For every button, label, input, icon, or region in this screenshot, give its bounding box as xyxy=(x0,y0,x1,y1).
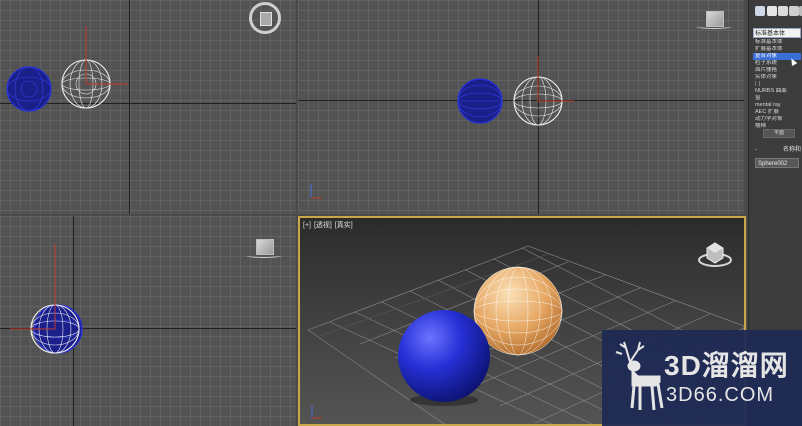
watermark-title: 3D溜溜网 xyxy=(664,350,789,381)
lights-icon[interactable] xyxy=(778,6,788,16)
top-scene xyxy=(6,26,128,112)
collapse-toggle[interactable]: - xyxy=(755,146,757,154)
create-geometry-icon[interactable] xyxy=(755,6,765,16)
shapes-icon[interactable] xyxy=(767,6,777,16)
viewcube-ring xyxy=(696,24,732,29)
category-list-item[interactable]: 扩展基本体 xyxy=(753,46,801,53)
category-list-item[interactable]: mental ray xyxy=(753,102,801,109)
name-section-header[interactable]: - 名称和 xyxy=(753,146,801,154)
front-scene xyxy=(310,56,574,199)
deer-logo-icon xyxy=(615,341,664,411)
blue-sphere-wire[interactable] xyxy=(457,78,503,124)
blue-sphere[interactable] xyxy=(398,310,490,402)
category-list-item[interactable]: 标准基本体 xyxy=(753,39,801,46)
viewcube-top-icon[interactable] xyxy=(249,2,281,34)
viewcube-perspective-icon[interactable] xyxy=(698,238,732,268)
category-list-item[interactable]: 动力学对象 xyxy=(753,116,801,123)
category-list-item[interactable]: 窗 xyxy=(753,95,801,102)
viewcube-ring xyxy=(246,253,282,258)
axis-tripod xyxy=(311,406,322,419)
section-title: 名称和 xyxy=(782,147,801,153)
viewport-top[interactable] xyxy=(0,0,296,214)
axis-tripod xyxy=(310,184,322,199)
blue-sphere-wire[interactable] xyxy=(6,66,52,112)
viewport-front[interactable] xyxy=(298,0,744,214)
category-list-item[interactable]: 门 xyxy=(753,81,801,88)
object-name-field[interactable]: Sphere002 xyxy=(755,158,799,168)
category-list-item[interactable]: 实体对象 xyxy=(753,74,801,81)
panel-small-button[interactable]: 平面 xyxy=(763,129,795,138)
cameras-icon[interactable] xyxy=(789,6,799,16)
watermark: 3D溜溜网 3D66.COM xyxy=(602,330,802,426)
watermark-subtitle: 3D66.COM xyxy=(666,384,775,406)
category-list[interactable]: 标准基本体 扩展基本体 复合对象 粒子系统 面片栅格 实体对象门 NURBS 曲面窗 ment… xyxy=(753,39,801,130)
category-list-item[interactable]: NURBS 曲面 xyxy=(753,88,801,95)
viewport-left[interactable] xyxy=(0,216,296,426)
category-dropdown[interactable]: 标准基本体 xyxy=(753,28,801,38)
left-scene xyxy=(10,244,83,354)
category-list-item[interactable]: 面片栅格 xyxy=(753,67,801,74)
category-list-item[interactable]: AEC 扩展 xyxy=(753,109,801,116)
